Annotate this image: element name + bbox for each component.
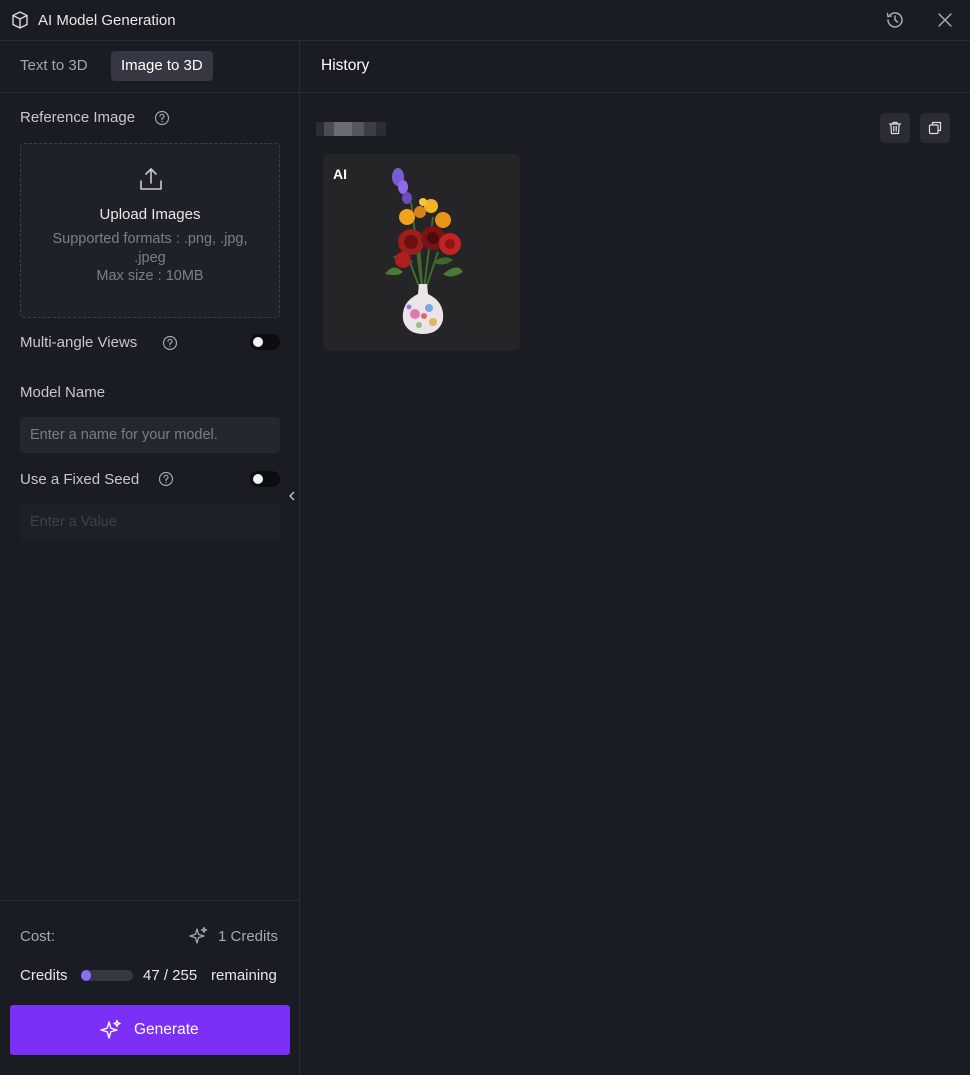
upload-icon: [140, 168, 162, 190]
history-panel: History AI: [301, 41, 970, 1075]
multi-angle-label: Multi-angle Views: [20, 334, 138, 351]
upload-max-size: Max size : 10MB: [96, 268, 204, 284]
redacted-text: [316, 122, 386, 136]
cost-label: Cost:: [20, 928, 56, 945]
window-title: AI Model Generation: [38, 12, 176, 29]
help-icon[interactable]: [158, 471, 174, 487]
generation-panel: Text to 3D Image to 3D Reference Image U…: [0, 41, 300, 1075]
credits-label: Credits: [20, 967, 68, 984]
model-name-label: Model Name: [20, 384, 106, 401]
sparkle-icon: [189, 926, 208, 944]
tab-text-to-3d[interactable]: Text to 3D: [10, 51, 98, 81]
cost-value: 1 Credits: [218, 928, 279, 945]
generate-label: Generate: [134, 1021, 199, 1038]
trash-icon: [888, 121, 902, 135]
reference-image-label: Reference Image: [20, 109, 136, 126]
collapse-panel-icon[interactable]: [287, 489, 297, 503]
ai-tag: AI: [333, 166, 347, 182]
credits-progress-fill: [81, 970, 91, 981]
generate-button[interactable]: Generate: [10, 1005, 290, 1055]
copy-button[interactable]: [920, 113, 950, 143]
history-title: History: [321, 57, 370, 74]
upload-formats: Supported formats : .png, .jpg, .jpeg: [52, 231, 248, 266]
model-name-input[interactable]: [20, 417, 280, 453]
history-item-card[interactable]: AI: [323, 154, 520, 351]
fixed-seed-toggle[interactable]: [250, 471, 280, 487]
toggle-knob: [253, 474, 263, 484]
seed-value-input[interactable]: [20, 504, 280, 540]
credits-progress-bar: [81, 970, 133, 981]
fixed-seed-label: Use a Fixed Seed: [20, 471, 140, 488]
close-icon[interactable]: [935, 10, 955, 30]
help-icon[interactable]: [162, 335, 178, 351]
history-header: History: [301, 41, 970, 93]
toggle-knob: [253, 337, 263, 347]
upload-title: Upload Images: [99, 206, 201, 223]
tab-image-to-3d[interactable]: Image to 3D: [111, 51, 213, 81]
credits-remaining-label: remaining: [211, 967, 277, 984]
copy-icon: [928, 121, 942, 135]
title-bar: AI Model Generation: [0, 0, 970, 41]
mode-tabs: Text to 3D Image to 3D: [0, 41, 300, 93]
history-icon[interactable]: [884, 9, 906, 31]
multi-angle-toggle[interactable]: [250, 334, 280, 350]
delete-button[interactable]: [880, 113, 910, 143]
help-icon[interactable]: [154, 110, 170, 126]
flower-vase-model-thumbnail: [385, 168, 463, 334]
cube-icon: [12, 11, 28, 29]
upload-dropzone[interactable]: Upload Images Supported formats : .png, …: [20, 143, 280, 318]
credits-value: 47 / 255: [143, 967, 198, 984]
sparkle-icon: [100, 1019, 121, 1039]
footer-divider: [0, 900, 300, 901]
